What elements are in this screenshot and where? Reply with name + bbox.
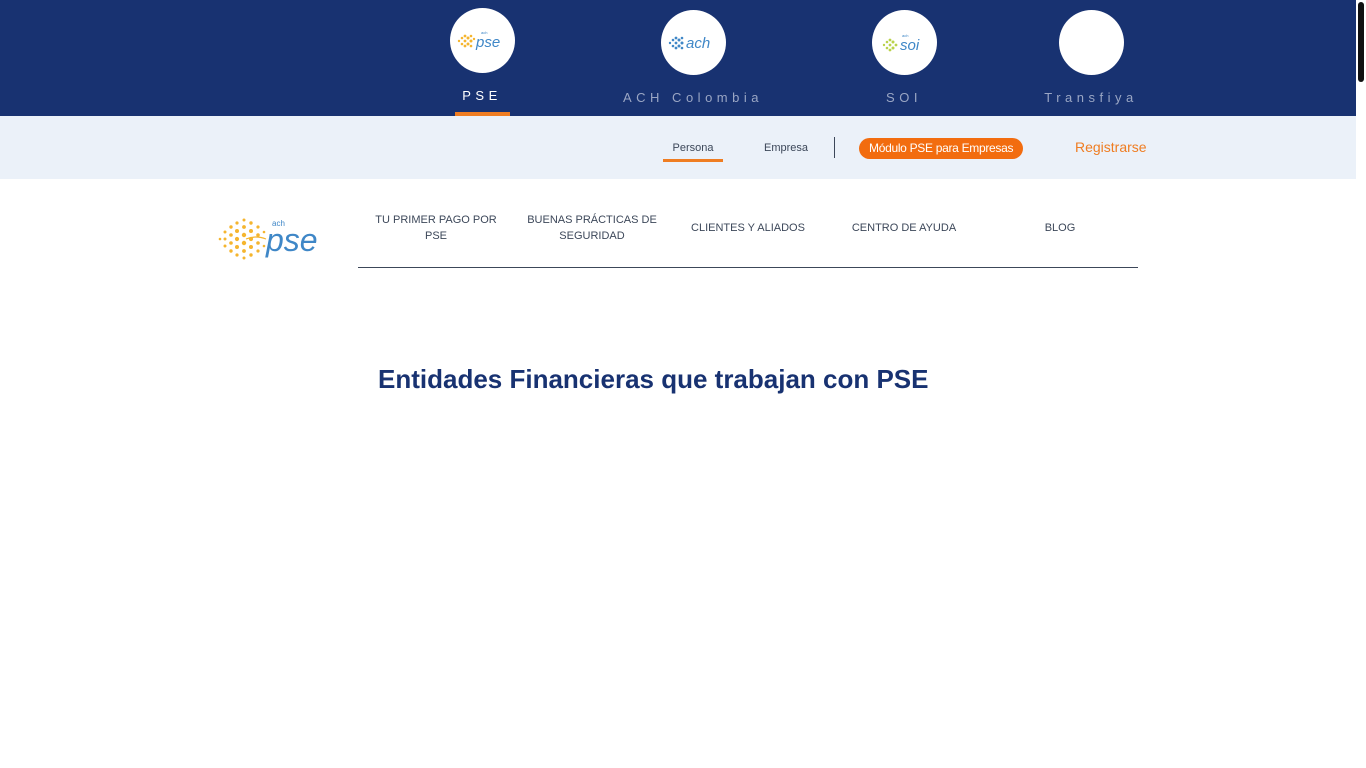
brand-bar: pse ach PSE ach ACH Colombia soi ach SOI… <box>0 0 1356 116</box>
audience-divider <box>834 137 835 158</box>
soi-logo: soi ach <box>871 10 937 75</box>
soi-logo-mark: soi ach <box>882 33 920 54</box>
brand-label-ach-colombia: ACH Colombia <box>623 90 763 105</box>
ach-logo-mark: ach <box>668 35 710 52</box>
svg-text:ach: ach <box>686 35 710 52</box>
modulo-pse-empresas-button[interactable]: Módulo PSE para Empresas <box>859 138 1024 159</box>
pse-home-logo[interactable]: pse ach <box>216 215 328 263</box>
pse-logo: pse ach <box>449 8 515 73</box>
svg-text:ach: ach <box>481 30 487 35</box>
page-title: Entidades Financieras que trabajan con P… <box>378 364 929 394</box>
scrollbar-thumb[interactable] <box>1358 2 1364 82</box>
nav-tu-primer-pago[interactable]: TU PRIMER PAGO POR PSE <box>370 200 502 256</box>
brand-label-soi: SOI <box>886 90 922 105</box>
svg-text:pse: pse <box>475 34 500 51</box>
brand-tab-soi[interactable]: soi ach SOI <box>854 0 954 116</box>
register-link[interactable]: Registrarse <box>1075 139 1147 155</box>
svg-text:ach: ach <box>272 219 285 228</box>
nav-buenas-practicas[interactable]: BUENAS PRÁCTICAS DE SEGURIDAD <box>522 200 662 256</box>
brand-label-transfiya: Transfiya <box>1044 90 1138 105</box>
svg-text:soi: soi <box>900 37 920 54</box>
ach-logo: ach <box>660 10 726 75</box>
vertical-scrollbar[interactable] <box>1356 0 1366 768</box>
brand-label-pse: PSE <box>462 88 502 103</box>
pse-logo-icon: pse ach <box>218 218 318 260</box>
main-nav: TU PRIMER PAGO POR PSE BUENAS PRÁCTICAS … <box>358 200 1138 268</box>
nav-blog[interactable]: BLOG <box>1010 200 1110 256</box>
nav-clientes-aliados[interactable]: CLIENTES Y ALIADOS <box>678 200 818 256</box>
tab-empresa[interactable]: Empresa <box>756 142 816 154</box>
brand-tab-ach-colombia[interactable]: ach ACH Colombia <box>613 0 773 116</box>
transfiya-logo <box>1058 10 1124 75</box>
pse-logo-mark: pse ach <box>457 30 500 51</box>
svg-text:ach: ach <box>902 33 908 38</box>
tab-persona[interactable]: Persona <box>663 142 723 162</box>
brand-tab-pse[interactable]: pse ach PSE <box>432 0 532 116</box>
brand-tab-transfiya[interactable]: Transfiya <box>1031 0 1151 116</box>
nav-centro-ayuda[interactable]: CENTRO DE AYUDA <box>834 200 974 256</box>
